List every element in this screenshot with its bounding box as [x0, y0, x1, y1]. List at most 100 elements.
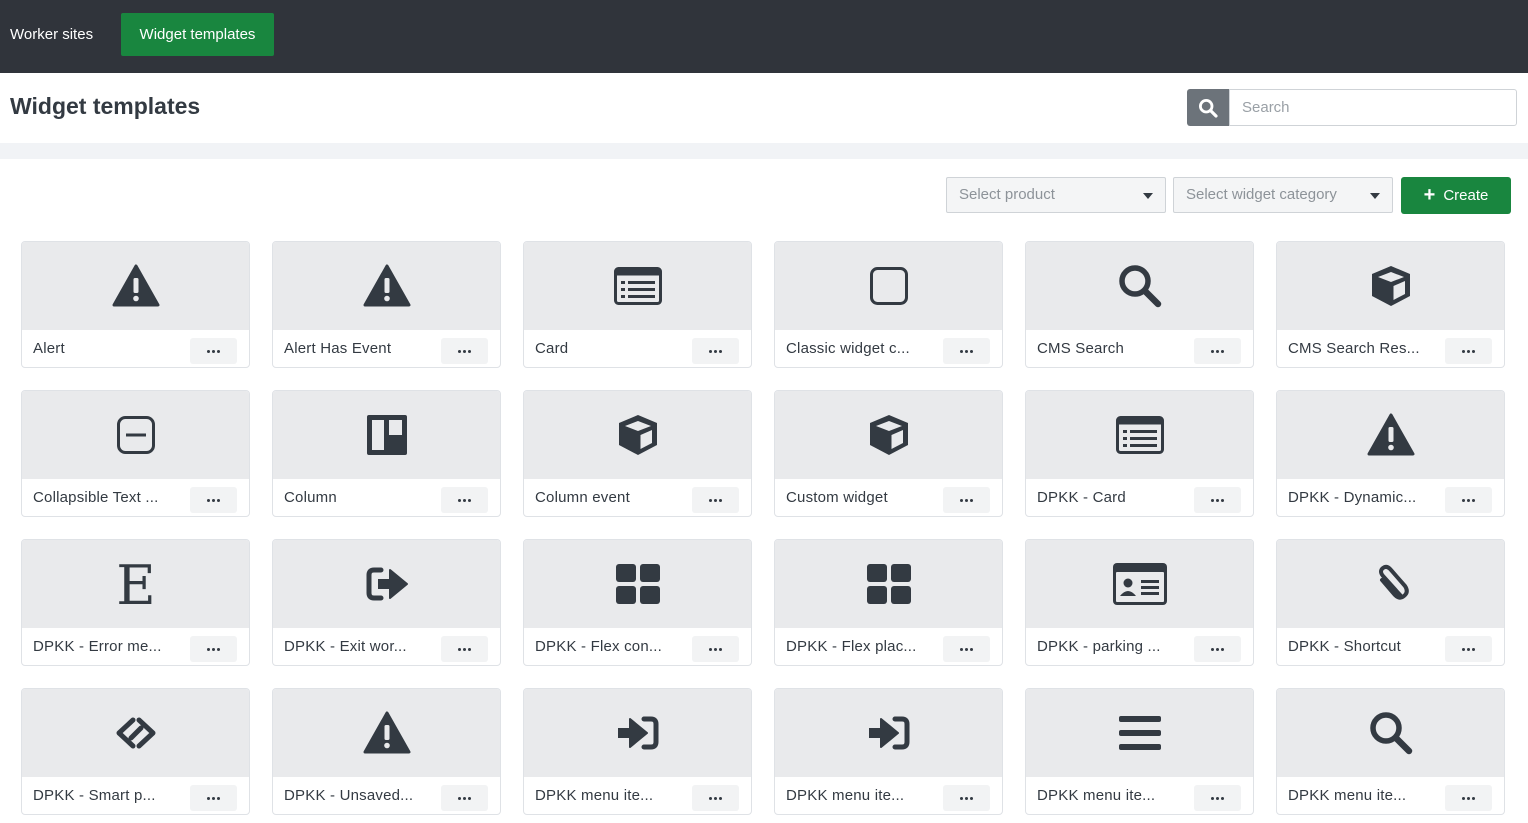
create-button[interactable]: + Create: [1401, 177, 1511, 214]
widget-template-card[interactable]: DPKK - Flex plac...: [774, 539, 1003, 666]
widget-template-card[interactable]: CMS Search: [1025, 241, 1254, 368]
widget-template-card[interactable]: DPKK - parking ...: [1025, 539, 1254, 666]
card-preview: E: [22, 540, 249, 628]
letter-e-icon: E: [114, 560, 158, 608]
nav-worker-sites[interactable]: Worker sites: [10, 13, 93, 56]
card-preview: [524, 391, 751, 479]
select-category-placeholder: Select widget category: [1186, 186, 1337, 203]
card-label: Alert: [33, 340, 65, 357]
create-button-label: Create: [1443, 187, 1489, 204]
svg-text:E: E: [116, 560, 155, 608]
widget-template-card[interactable]: DPKK - Smart p...: [21, 688, 250, 815]
card-options-button[interactable]: [943, 785, 990, 811]
ellipsis-icon: [709, 498, 712, 502]
card-options-button[interactable]: [441, 636, 488, 662]
widget-template-card[interactable]: CMS Search Res...: [1276, 241, 1505, 368]
grid-icon: [866, 564, 911, 604]
card-options-button[interactable]: [943, 338, 990, 364]
widget-template-card[interactable]: E DPKK - Error me...: [21, 539, 250, 666]
widget-template-card[interactable]: DPKK - Flex con...: [523, 539, 752, 666]
widget-template-card[interactable]: DPKK menu ite...: [774, 688, 1003, 815]
list-card-icon: [1115, 416, 1164, 454]
ellipsis-icon: [709, 349, 712, 353]
card-options-button[interactable]: [1445, 338, 1492, 364]
card-options-button[interactable]: [1445, 785, 1492, 811]
card-options-button[interactable]: [190, 487, 237, 513]
card-preview: [1277, 391, 1504, 479]
widget-template-card[interactable]: DPKK - Shortcut: [1276, 539, 1505, 666]
select-widget-category-dropdown[interactable]: Select widget category: [1173, 177, 1393, 213]
ellipsis-icon: [1211, 498, 1214, 502]
card-preview: [273, 242, 500, 330]
widget-template-card[interactable]: DPKK - Unsaved...: [272, 688, 501, 815]
card-preview: [22, 242, 249, 330]
widget-template-card[interactable]: Custom widget: [774, 390, 1003, 517]
card-options-button[interactable]: [190, 785, 237, 811]
caret-down-icon: [1143, 193, 1153, 199]
widget-template-card[interactable]: DPKK menu ite...: [523, 688, 752, 815]
card-preview: [22, 391, 249, 479]
search-input[interactable]: [1229, 89, 1517, 126]
card-options-button[interactable]: [1194, 785, 1241, 811]
search-icon: [1117, 263, 1163, 309]
card-label: Alert Has Event: [284, 340, 392, 357]
nav-widget-templates[interactable]: Widget templates: [121, 13, 274, 56]
widget-template-card[interactable]: DPKK - Exit wor...: [272, 539, 501, 666]
card-preview: [273, 391, 500, 479]
card-options-button[interactable]: [943, 487, 990, 513]
ellipsis-icon: [709, 647, 712, 651]
card-preview: [524, 689, 751, 777]
card-label: DPKK - Error me...: [33, 638, 162, 655]
card-label: DPKK menu ite...: [1288, 787, 1407, 804]
warning-icon: [1367, 413, 1415, 457]
select-product-dropdown[interactable]: Select product: [946, 177, 1166, 213]
widget-template-card[interactable]: DPKK - Dynamic...: [1276, 390, 1505, 517]
ellipsis-icon: [960, 349, 963, 353]
card-options-button[interactable]: [1445, 487, 1492, 513]
card-options-button[interactable]: [1194, 636, 1241, 662]
columns-icon: [366, 415, 407, 455]
ellipsis-icon: [1462, 498, 1465, 502]
card-label: Classic widget c...: [786, 340, 910, 357]
card-label: Custom widget: [786, 489, 888, 506]
card-options-button[interactable]: [1445, 636, 1492, 662]
widget-template-card[interactable]: DPKK - Card: [1025, 390, 1254, 517]
bars-icon: [1118, 715, 1161, 751]
paperclip-icon: [1371, 562, 1411, 606]
card-options-button[interactable]: [1194, 487, 1241, 513]
widget-template-card[interactable]: Alert Has Event: [272, 241, 501, 368]
widget-template-card[interactable]: Classic widget c...: [774, 241, 1003, 368]
link-diamond-icon: [111, 716, 161, 750]
search-button[interactable]: [1187, 89, 1229, 126]
card-options-button[interactable]: [692, 636, 739, 662]
card-options-button[interactable]: [441, 338, 488, 364]
card-options-button[interactable]: [441, 785, 488, 811]
card-options-button[interactable]: [190, 636, 237, 662]
cube-icon: [866, 412, 912, 458]
card-label: DPKK - Flex plac...: [786, 638, 917, 655]
widget-template-card[interactable]: Column event: [523, 390, 752, 517]
card-options-button[interactable]: [692, 338, 739, 364]
warning-icon: [363, 711, 411, 755]
card-options-button[interactable]: [441, 487, 488, 513]
widget-template-card[interactable]: Card: [523, 241, 752, 368]
card-label: CMS Search Res...: [1288, 340, 1420, 357]
sign-in-icon: [867, 715, 911, 751]
card-label: DPKK - Flex con...: [535, 638, 662, 655]
widget-template-card[interactable]: Alert: [21, 241, 250, 368]
ellipsis-icon: [458, 796, 461, 800]
ellipsis-icon: [709, 796, 712, 800]
card-options-button[interactable]: [692, 487, 739, 513]
widget-template-card[interactable]: DPKK menu ite...: [1025, 688, 1254, 815]
card-options-button[interactable]: [1194, 338, 1241, 364]
card-options-button[interactable]: [943, 636, 990, 662]
widget-template-card[interactable]: Collapsible Text ...: [21, 390, 250, 517]
card-options-button[interactable]: [190, 338, 237, 364]
list-card-icon: [613, 267, 662, 305]
sign-in-icon: [616, 715, 660, 751]
widget-template-card[interactable]: Column: [272, 390, 501, 517]
card-preview: [273, 540, 500, 628]
widget-template-card[interactable]: DPKK menu ite...: [1276, 688, 1505, 815]
card-options-button[interactable]: [692, 785, 739, 811]
ellipsis-icon: [458, 498, 461, 502]
